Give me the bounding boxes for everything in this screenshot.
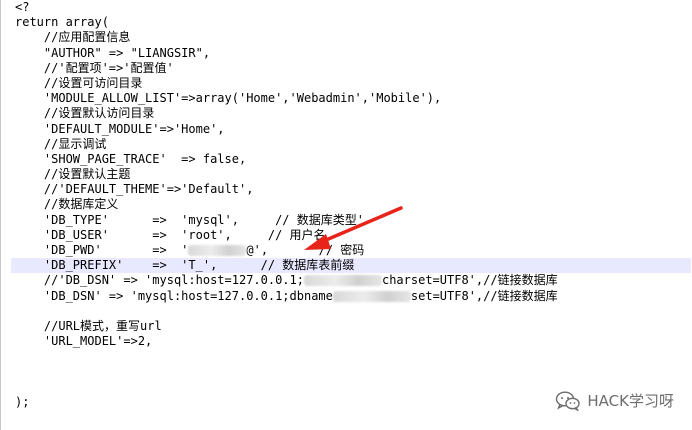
- code-line-db-dsn: 'DB_DSN' => 'mysql:host=127.0.0.1;dbname…: [15, 289, 691, 304]
- code-line: <?: [15, 0, 30, 14]
- code-area[interactable]: <? return array( //应用配置信息 "AUTHOR" => "L…: [11, 0, 691, 410]
- watermark-text: HACK学习呀: [587, 392, 674, 410]
- code-line: //数据库定义: [15, 197, 119, 212]
- code-text: 'DB_PWD' => ': [15, 243, 189, 257]
- code-line: //URL模式，重写url: [15, 318, 162, 333]
- code-line: //应用配置信息: [15, 30, 131, 45]
- code-text: @', // 密码: [246, 243, 365, 257]
- code-line: 'URL_MODEL'=>2,: [15, 334, 153, 349]
- code-line-db-dsn-comment: //'DB_DSN' => 'mysql:host=127.0.0.1; char…: [15, 273, 691, 288]
- watermark: HACK学习呀: [555, 390, 674, 411]
- code-line: 'DEFAULT_MODULE'=>'Home',: [15, 121, 225, 136]
- code-text: //'DB_DSN' => 'mysql:host=127.0.0.1;: [15, 273, 304, 288]
- code-editor[interactable]: <? return array( //应用配置信息 "AUTHOR" => "L…: [0, 0, 692, 430]
- code-line: //显示调试: [15, 136, 107, 151]
- code-line: 'DB_USER' => 'root', // 用户名: [15, 227, 326, 242]
- code-line-current: 'DB_PREFIX' => 'T_', // 数据库表前缀: [11, 258, 691, 274]
- code-line: 'MODULE_ALLOW_LIST'=>array('Home','Webad…: [15, 91, 442, 106]
- redacted-dbname: [303, 275, 382, 287]
- code-line-db-pwd: 'DB_PWD' => ' @', // 密码: [15, 243, 691, 258]
- code-text: charset=UTF8',//链接数据库: [381, 273, 558, 288]
- wechat-icon: [556, 390, 581, 411]
- redacted-password: [188, 245, 247, 256]
- code-line: //'DEFAULT_THEME'=>'Default',: [15, 182, 254, 197]
- code-line: "AUTHOR" => "LIANGSIR",: [15, 45, 211, 60]
- code-text: 'DB_DSN' => 'mysql:host=127.0.0.1;dbname: [15, 288, 333, 303]
- code-line: return array(: [15, 15, 109, 30]
- code-line: 'SHOW_PAGE_TRACE' => false,: [15, 151, 247, 166]
- code-line: //'配置项'=>'配置值': [15, 60, 174, 75]
- code-line: 'DB_TYPE' => 'mysql', // 数据库类型': [15, 212, 364, 227]
- code-text: set=UTF8',//链接数据库: [410, 288, 558, 303]
- code-line: //设置默认主题: [15, 167, 131, 182]
- code-line: //设置默认访问目录: [15, 106, 155, 121]
- redacted-dbname: [332, 290, 411, 302]
- code-line: //设置可访问目录: [15, 75, 143, 90]
